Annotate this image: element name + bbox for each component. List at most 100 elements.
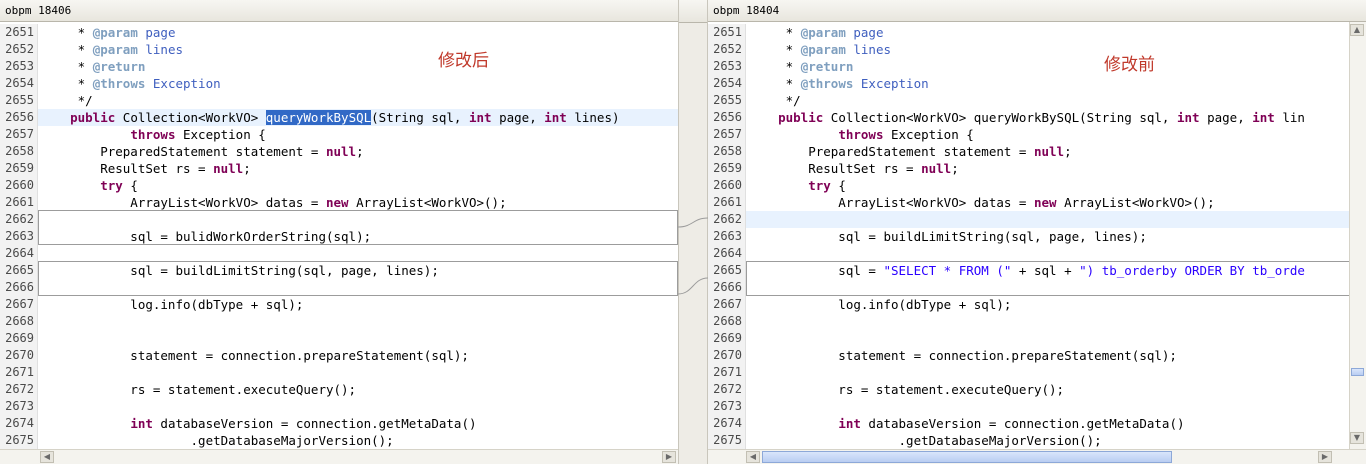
code-line[interactable]: 2652 * @param lines [708, 41, 1366, 58]
code-line[interactable]: 2658 PreparedStatement statement = null; [708, 143, 1366, 160]
code-line[interactable]: 2675 .getDatabaseMajorVersion(); [0, 432, 678, 449]
right-code-area[interactable]: 2651 * @param page 2652 * @param lines 265… [708, 22, 1366, 450]
line-number: 2673 [0, 398, 38, 415]
vertical-scroll-thumb[interactable] [1351, 368, 1364, 376]
line-number: 2659 [708, 160, 746, 177]
code-line[interactable]: 2674 int databaseVersion = connection.ge… [0, 415, 678, 432]
code-line[interactable]: 2665 sql = buildLimitString(sql, page, l… [0, 262, 678, 279]
scroll-down-button[interactable]: ▼ [1350, 432, 1364, 444]
code-line[interactable]: 2664 [0, 245, 678, 262]
code-line[interactable]: 2653 * @return [0, 58, 678, 75]
code-line[interactable]: 2659 ResultSet rs = null; [708, 160, 1366, 177]
code-line[interactable]: 2671 [708, 364, 1366, 381]
code-token: lines) [566, 110, 620, 125]
code-line[interactable]: 2664 [708, 245, 1366, 262]
connector-line [678, 217, 708, 228]
line-number: 2667 [0, 296, 38, 313]
code-line[interactable]: 2673 [708, 398, 1366, 415]
line-number: 2651 [0, 24, 38, 41]
code-line[interactable]: 2656 public Collection<WorkVO> queryWork… [0, 109, 678, 126]
line-number: 2666 [0, 279, 38, 296]
code-token: * [40, 76, 93, 91]
code-line[interactable]: 2652 * @param lines [0, 41, 678, 58]
left-code-area[interactable]: 2651 * @param page 2652 * @param lines 265… [0, 22, 678, 450]
code-line[interactable]: 2660 try { [0, 177, 678, 194]
code-token: @return [800, 59, 854, 74]
code-line[interactable]: 2666 [0, 279, 678, 296]
code-line[interactable]: 2656 public Collection<WorkVO> queryWork… [708, 109, 1366, 126]
code-line[interactable]: 2659 ResultSet rs = null; [0, 160, 678, 177]
code-line[interactable]: 2654 * @throws Exception [708, 75, 1366, 92]
left-compare-pane[interactable]: obpm 18406 2651 * @param page 2652 * @par… [0, 0, 678, 464]
code-line[interactable]: 2668 [0, 313, 678, 330]
code-line[interactable]: 2671 [0, 364, 678, 381]
code-line[interactable]: 2674 int databaseVersion = connection.ge… [708, 415, 1366, 432]
code-line[interactable]: 2672 rs = statement.executeQuery(); [708, 381, 1366, 398]
code-token: page [137, 25, 176, 40]
code-line[interactable]: 2657 throws Exception { [0, 126, 678, 143]
code-line[interactable]: 2669 [708, 330, 1366, 347]
code-line[interactable]: 2673 [0, 398, 678, 415]
right-scroll-right-button[interactable]: ▶ [1318, 451, 1332, 463]
diff-connector-gutter [678, 0, 708, 464]
code-line[interactable]: 2662 [708, 211, 1366, 228]
line-number: 2652 [708, 41, 746, 58]
code-token: throws [130, 127, 176, 142]
right-vertical-scrollbar[interactable]: ▲ ▼ [1349, 22, 1366, 450]
code-line[interactable]: 2665 sql = "SELECT * FROM (" + sql + ") … [708, 262, 1366, 279]
left-scroll-right-button[interactable]: ▶ [662, 451, 676, 463]
line-number: 2668 [708, 313, 746, 330]
line-number: 2672 [708, 381, 746, 398]
left-pane-title: obpm 18406 [0, 0, 678, 22]
code-line[interactable]: 2660 try { [708, 177, 1366, 194]
code-line[interactable]: 2657 throws Exception { [708, 126, 1366, 143]
code-line[interactable]: 2667 log.info(dbType + sql); [708, 296, 1366, 313]
line-number: 2666 [708, 279, 746, 296]
left-scroll-left-button[interactable]: ◀ [40, 451, 54, 463]
line-number: 2655 [708, 92, 746, 109]
line-text: log.info(dbType + sql); [748, 296, 1011, 313]
line-text: log.info(dbType + sql); [40, 296, 303, 313]
code-token: * [748, 25, 801, 40]
code-line[interactable]: 2663 sql = buildLimitString(sql, page, l… [708, 228, 1366, 245]
code-line[interactable]: 2661 ArrayList<WorkVO> datas = new Array… [0, 194, 678, 211]
right-scroll-left-button[interactable]: ◀ [746, 451, 760, 463]
code-token: rs = statement.executeQuery(); [748, 382, 1065, 397]
line-number: 2667 [708, 296, 746, 313]
right-horizontal-scrollbar[interactable]: ◀ ▶ [708, 449, 1366, 464]
scroll-up-button[interactable]: ▲ [1350, 24, 1364, 36]
code-line[interactable]: 2662 [0, 211, 678, 228]
line-number: 2663 [0, 228, 38, 245]
code-line[interactable]: 2661 ArrayList<WorkVO> datas = new Array… [708, 194, 1366, 211]
code-line[interactable]: 2655 */ [0, 92, 678, 109]
code-line[interactable]: 2655 */ [708, 92, 1366, 109]
line-text: * @param page [40, 24, 176, 41]
code-line[interactable]: 2653 * @return [708, 58, 1366, 75]
code-line[interactable]: 2654 * @throws Exception [0, 75, 678, 92]
right-annotation: 修改前 [1104, 55, 1155, 75]
code-line[interactable]: 2672 rs = statement.executeQuery(); [0, 381, 678, 398]
line-text: .getDatabaseMajorVersion(); [40, 432, 394, 449]
code-line[interactable]: 2668 [708, 313, 1366, 330]
horizontal-scroll-thumb[interactable] [762, 451, 1172, 463]
code-line[interactable]: 2666 [708, 279, 1366, 296]
code-token: ") tb_orderby ORDER BY tb_orde [1079, 263, 1305, 278]
code-token: * [748, 59, 801, 74]
code-line[interactable]: 2658 PreparedStatement statement = null; [0, 143, 678, 160]
code-line[interactable]: 2670 statement = connection.prepareState… [708, 347, 1366, 364]
code-line[interactable]: 2651 * @param page [0, 24, 678, 41]
left-horizontal-scrollbar[interactable]: ◀ ▶ [0, 449, 678, 464]
code-line[interactable]: 2651 * @param page [708, 24, 1366, 41]
code-line[interactable]: 2669 [0, 330, 678, 347]
right-compare-pane[interactable]: obpm 18404 2651 * @param page 2652 * @par… [708, 0, 1366, 464]
code-line[interactable]: 2670 statement = connection.prepareState… [0, 347, 678, 364]
code-token: databaseVersion = connection.getMetaData… [152, 416, 477, 431]
code-line[interactable]: 2663 sql = bulidWorkOrderString(sql); [0, 228, 678, 245]
code-line[interactable]: 2667 log.info(dbType + sql); [0, 296, 678, 313]
code-token: null [1033, 144, 1065, 159]
code-line[interactable]: 2675 .getDatabaseMajorVersion(); [708, 432, 1366, 449]
line-text: * @throws Exception [748, 75, 929, 92]
